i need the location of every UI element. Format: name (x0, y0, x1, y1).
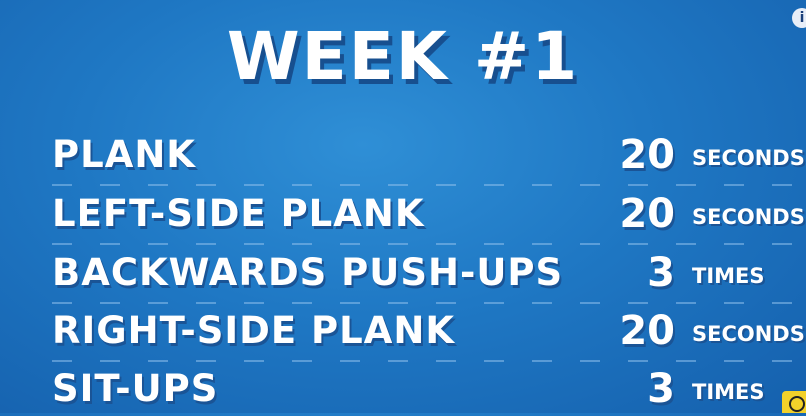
exercise-unit: SECONDS (692, 146, 805, 170)
exercise-unit: TIMES (692, 264, 765, 288)
exercise-row: SIT-UPS 3 TIMES (52, 366, 797, 416)
exercise-name: LEFT-SIDE PLANK (52, 192, 425, 235)
exercise-name: SIT-UPS (52, 367, 219, 410)
exercise-amount: 20 (619, 308, 675, 354)
exercise-name: PLANK (52, 133, 196, 176)
exercise-unit: SECONDS (692, 322, 805, 346)
exercise-amount: 20 (619, 191, 675, 237)
exercise-row: LEFT-SIDE PLANK 20 SECONDS (52, 191, 805, 245)
exercise-row: PLANK 20 SECONDS (52, 132, 805, 186)
exercise-amount: 20 (619, 132, 675, 178)
exercise-name: BACKWARDS PUSH-UPS (52, 251, 564, 294)
exercise-amount: 3 (647, 366, 675, 412)
exercise-unit: TIMES (692, 380, 765, 404)
exercise-row: BACKWARDS PUSH-UPS 3 TIMES (52, 250, 797, 304)
info-icon[interactable]: i (792, 8, 806, 28)
lightbulb-icon[interactable] (782, 391, 806, 413)
exercise-amount: 3 (647, 250, 675, 296)
dashed-divider (52, 360, 797, 362)
page-title: WEEK #1 (226, 18, 580, 95)
dashed-divider (52, 184, 797, 186)
dashed-divider (52, 302, 797, 304)
exercise-unit: SECONDS (692, 205, 805, 229)
exercise-row: RIGHT-SIDE PLANK 20 SECONDS (52, 308, 805, 362)
exercise-name: RIGHT-SIDE PLANK (52, 309, 456, 352)
dashed-divider (52, 243, 797, 245)
